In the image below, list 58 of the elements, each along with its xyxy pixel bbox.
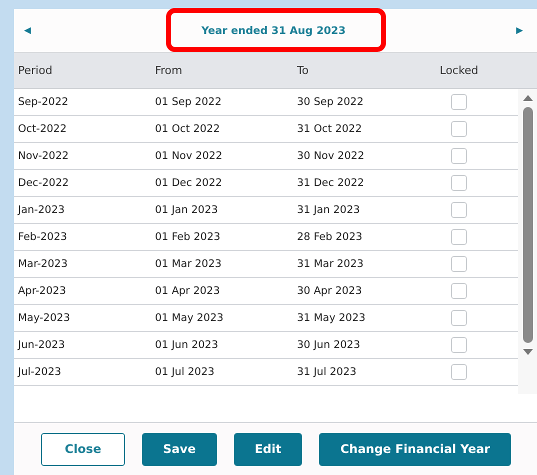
locked-checkbox[interactable] <box>451 364 467 380</box>
table-cell-text: 30 Apr 2023 <box>296 285 363 297</box>
locked-checkbox[interactable] <box>451 256 467 272</box>
table-cell-text: 01 Sep 2022 <box>154 96 223 108</box>
table-cell-text: 30 Sep 2022 <box>296 96 365 108</box>
previous-arrow[interactable]: ◀ <box>24 26 31 36</box>
action-button[interactable]: Change Financial Year <box>319 432 512 466</box>
locked-checkbox[interactable] <box>451 121 467 137</box>
locked-checkbox[interactable] <box>451 202 467 218</box>
table-cell-text: 01 Dec 2022 <box>154 177 224 189</box>
action-button[interactable]: Edit <box>234 432 302 466</box>
table-cell-text: Jun-2023 <box>16 339 66 351</box>
table-cell-text: 01 Jan 2023 <box>154 204 219 216</box>
table-cell-text: 31 Jan 2023 <box>296 204 361 216</box>
next-arrow[interactable]: ▶ <box>516 26 523 36</box>
table-cell-text: Apr-2023 <box>17 285 68 297</box>
table-cell-text: 01 Jul 2023 <box>154 366 216 378</box>
column-header: From <box>154 64 184 77</box>
table-cell-text: Feb-2023 <box>17 231 68 243</box>
locked-checkbox[interactable] <box>451 283 467 299</box>
locked-checkbox[interactable] <box>451 175 467 191</box>
locked-checkbox[interactable] <box>451 229 467 245</box>
table-cell-text: 01 May 2023 <box>154 312 224 324</box>
table-cell-text: 01 Oct 2022 <box>154 123 221 135</box>
scroll-up-icon[interactable] <box>522 95 532 101</box>
year-title: Year ended 31 Aug 2023 <box>201 24 346 36</box>
table-cell-text: 31 Mar 2023 <box>296 258 365 270</box>
table-cell-text: 01 Feb 2023 <box>154 231 222 243</box>
locked-checkbox[interactable] <box>451 310 467 326</box>
column-header: Period <box>17 64 54 77</box>
table-cell-text: Jan-2023 <box>16 204 66 216</box>
locked-checkbox[interactable] <box>451 337 467 353</box>
table-cell-text: Sep-2022 <box>17 96 70 108</box>
action-button[interactable]: Close <box>41 432 125 466</box>
table-cell-text: May-2023 <box>17 312 72 324</box>
table-cell-text: 01 Mar 2023 <box>154 258 223 270</box>
table-cell-text: 01 Jun 2023 <box>154 339 220 351</box>
table-cell-text: 30 Nov 2022 <box>296 150 366 162</box>
table-cell-text: 31 Jul 2023 <box>296 366 358 378</box>
locked-checkbox[interactable] <box>451 148 467 164</box>
table-cell-text: 31 May 2023 <box>296 312 366 324</box>
table-cell-text: 01 Nov 2022 <box>154 150 224 162</box>
table-cell-text: 31 Dec 2022 <box>296 177 366 189</box>
table-cell-text: 30 Jun 2023 <box>296 339 362 351</box>
table-cell-text: 01 Apr 2023 <box>154 285 221 297</box>
table-cell-text: Dec-2022 <box>17 177 70 189</box>
scrollbar[interactable] <box>518 89 537 394</box>
table-cell-text: 28 Feb 2023 <box>296 231 364 243</box>
scroll-down-icon[interactable] <box>522 349 532 355</box>
table-cell-text: 31 Oct 2022 <box>296 123 363 135</box>
table-cell-text: Oct-2022 <box>17 123 68 135</box>
column-header: To <box>296 64 310 77</box>
table-cell-text: Nov-2022 <box>17 150 70 162</box>
table-cell-text: Jul-2023 <box>16 366 62 378</box>
action-button[interactable]: Save <box>142 432 217 466</box>
locked-checkbox[interactable] <box>451 94 467 110</box>
column-header: Locked <box>438 64 480 77</box>
table-cell-text: Mar-2023 <box>17 258 69 270</box>
